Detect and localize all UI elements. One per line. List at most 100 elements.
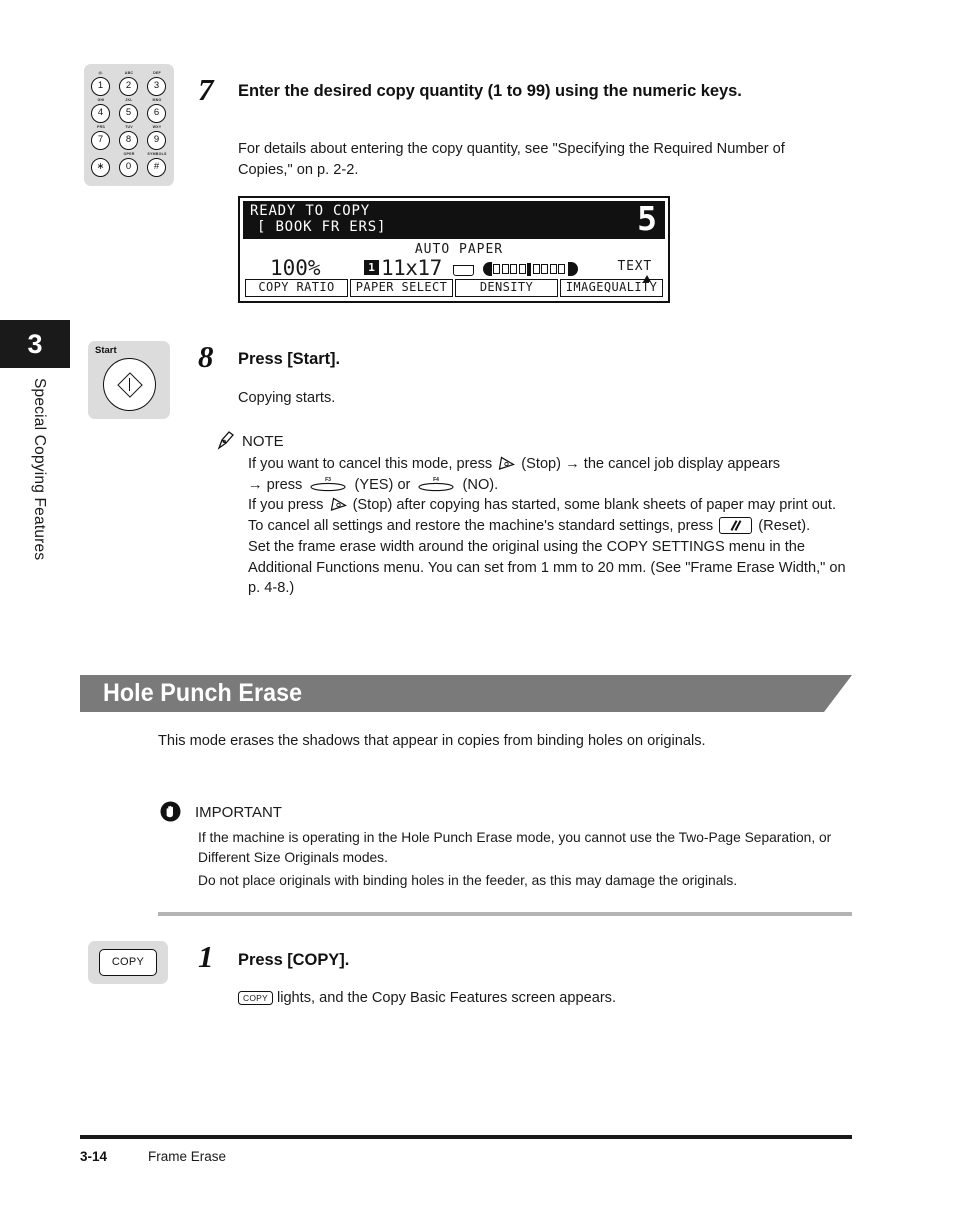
footer-rule <box>80 1135 852 1139</box>
density-tick <box>501 264 509 274</box>
note-line-2-text-c: (NO). <box>462 476 499 493</box>
keypad-key-6-sub: MNO <box>152 98 162 102</box>
keypad-key-1: @. 1 <box>90 71 112 97</box>
numeric-keypad-illustration: @. 1 ABC 2 DEF 3 GHI 4 JKL 5 MNO 6 PRS 7 <box>84 64 174 186</box>
chapter-tab: 3 <box>0 320 70 368</box>
keypad-key-8: TUV 8 <box>118 125 140 151</box>
lcd-status-bar: READY TO COPY [ BOOK FR ERS] 5 <box>243 199 665 239</box>
softkey-paper-select[interactable]: PAPER SELECT <box>350 279 453 297</box>
start-key-label: Start <box>95 345 117 356</box>
keypad-key-7: PRS 7 <box>90 125 112 151</box>
step-7-title: Enter the desired copy quantity (1 to 99… <box>238 82 742 100</box>
keypad-key-3-digit: 3 <box>147 77 166 96</box>
start-key-illustration: Start <box>88 341 170 419</box>
important-heading: IMPORTANT <box>195 804 282 821</box>
keypad-key-5: JKL 5 <box>118 98 140 124</box>
section-banner: Hole Punch Erase <box>80 675 852 712</box>
keypad-key-hash-sub: SYMBOLS <box>147 152 167 156</box>
note-line-1-text-c: the cancel job display appears <box>583 456 781 472</box>
note-line-4-text-b: (Reset). <box>758 518 811 535</box>
softkey-density-label: DENSITY <box>479 280 534 294</box>
note-arrow-icon-2: → <box>248 476 263 493</box>
step-7-body: For details about entering the copy quan… <box>238 141 785 178</box>
note-line-2-text-b: (YES) or <box>354 476 411 493</box>
keypad-key-2-digit: 2 <box>119 77 138 96</box>
step-7-number: 7 <box>198 72 214 107</box>
keypad-key-5-sub: JKL <box>125 98 133 102</box>
density-tick <box>510 264 517 274</box>
note-line-3-text-a: If you press <box>248 497 324 514</box>
density-tick <box>493 264 500 274</box>
keypad-key-3-sub: DEF <box>153 71 161 75</box>
density-tick <box>518 264 526 274</box>
copy-key-inline-chip: COPY <box>238 991 273 1005</box>
lcd-auto-paper-label: AUTO PAPER <box>414 242 504 257</box>
note-line-4-text-a: To cancel all settings and restore the m… <box>248 518 714 535</box>
keypad-key-9-sub: WXY <box>152 125 162 129</box>
density-light-end-icon <box>483 262 492 276</box>
note-line-1-text-b: (Stop) <box>521 456 562 472</box>
note-line-1: If you want to cancel this mode, press (… <box>248 454 848 475</box>
keypad-key-0-digit: 0 <box>119 158 138 177</box>
keypad-key-6: MNO 6 <box>146 98 168 124</box>
keypad-key-6-digit: 6 <box>147 104 166 123</box>
keypad-key-1-sub: @. <box>98 71 104 75</box>
softkey-image-quality[interactable]: IMAGEQUALITY <box>560 275 663 297</box>
section-divider <box>158 912 852 916</box>
keypad-key-9-digit: 9 <box>147 131 166 150</box>
section-intro: This mode erases the shadows that appear… <box>158 733 706 749</box>
important-line-1: If the machine is operating in the Hole … <box>198 830 832 865</box>
keypad-key-9: WXY 9 <box>146 125 168 151</box>
note-line-3-text-b: (Stop) after copying has started, some b… <box>352 497 837 514</box>
svg-text:F3: F3 <box>325 477 331 483</box>
density-tick <box>558 264 565 274</box>
note-line-5: Set the frame erase width around the ori… <box>248 538 846 597</box>
step-1-body-text: lights, and the Copy Basic Features scre… <box>276 990 617 1006</box>
footer-page-number: 3-14 <box>80 1149 108 1164</box>
density-dark-end-icon <box>567 262 578 276</box>
keypad-key-4-digit: 4 <box>91 104 110 123</box>
note-line-2: → press F3 (YES) or F4 (NO). <box>248 475 848 496</box>
keypad-key-7-sub: PRS <box>97 125 105 129</box>
important-line-2: Do not place originals with binding hole… <box>198 873 738 888</box>
f3-key-icon: F3 <box>308 475 348 492</box>
softkey-copy-ratio-label: COPY RATIO <box>258 280 335 294</box>
step-1-title: Press [COPY]. <box>238 951 350 969</box>
note-arrow-icon-1: → <box>565 456 580 472</box>
density-tick <box>549 264 557 274</box>
keypad-key-0-sub: OPER <box>123 152 135 156</box>
footer-section-title: Frame Erase <box>148 1149 227 1164</box>
step-8-number: 8 <box>198 339 214 374</box>
lcd-status-line-1: READY TO COPY <box>250 203 370 219</box>
copy-key-button: COPY <box>99 949 157 976</box>
keypad-key-asterisk: ∗ <box>90 152 112 178</box>
chapter-number: 3 <box>27 328 43 359</box>
lcd-status-line-2: [ BOOK FR ERS] <box>257 219 387 235</box>
note-line-3: If you press (Stop) after copying has st… <box>248 495 848 516</box>
density-tick <box>541 264 548 274</box>
up-arrow-icon <box>643 275 651 282</box>
note-line-4: To cancel all settings and restore the m… <box>248 516 848 537</box>
stop-key-icon <box>497 456 516 471</box>
lcd-softkey-row: COPY RATIO PAPER SELECT DENSITY IMAGEQUA… <box>245 275 663 297</box>
keypad-key-hash-digit: # <box>147 158 166 177</box>
softkey-density[interactable]: DENSITY <box>455 279 558 297</box>
note-pencil-icon <box>216 430 236 450</box>
lcd-screen-illustration: READY TO COPY [ BOOK FR ERS] 5 AUTO PAPE… <box>238 196 670 303</box>
f4-key-icon: F4 <box>416 475 456 492</box>
keypad-key-4: GHI 4 <box>90 98 112 124</box>
svg-text:F4: F4 <box>434 477 440 483</box>
density-tick <box>532 264 540 274</box>
note-heading: NOTE <box>242 433 284 450</box>
keypad-key-hash: SYMBOLS # <box>146 152 168 178</box>
keypad-key-4-sub: GHI <box>97 98 105 102</box>
keypad-key-2: ABC 2 <box>118 71 140 97</box>
lcd-copy-ratio-value: 100% <box>270 256 321 280</box>
softkey-copy-ratio[interactable]: COPY RATIO <box>245 279 348 297</box>
start-bar-icon <box>128 378 131 391</box>
keypad-key-1-digit: 1 <box>91 77 110 96</box>
density-current-marker <box>527 262 531 276</box>
step-1-number: 1 <box>198 939 214 974</box>
lcd-copy-quantity: 5 <box>637 199 657 238</box>
lcd-density-scale <box>483 261 578 277</box>
